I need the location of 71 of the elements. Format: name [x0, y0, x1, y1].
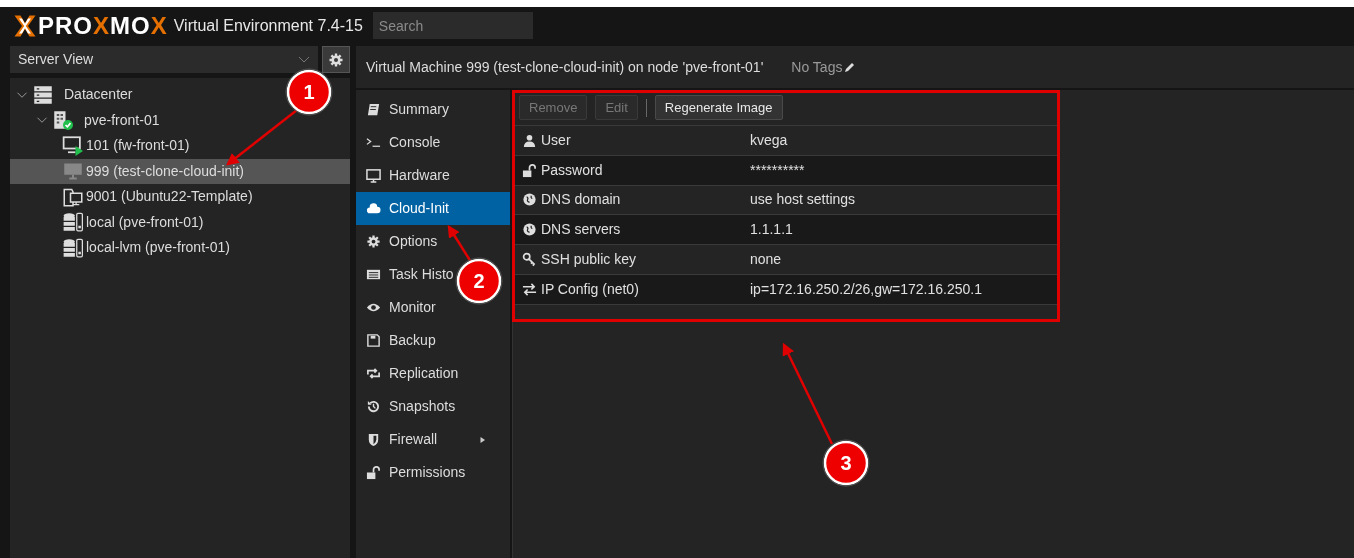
- unlock-icon: [366, 465, 381, 480]
- page-title: Virtual Machine 999 (test-clone-cloud-init) on node 'pve-front-01': [366, 57, 764, 77]
- nav-item[interactable]: Console: [356, 126, 445, 159]
- cloud-icon: [366, 201, 381, 216]
- tree-item[interactable]: Datacenter: [10, 82, 137, 108]
- chevron-icon: [298, 55, 310, 64]
- nav-item[interactable]: Replication: [356, 357, 463, 390]
- search-field[interactable]: Search: [372, 12, 533, 39]
- annotation-arrow: [226, 109, 298, 166]
- callout-badge: 1: [285, 68, 333, 116]
- gear-icon: [366, 234, 381, 249]
- callout-badge: 3: [822, 439, 870, 487]
- logo-mark-icon: [12, 13, 38, 38]
- running-vm-icon: [62, 135, 84, 156]
- view-selector[interactable]: Server View: [10, 46, 318, 73]
- storage-icon: [62, 237, 84, 258]
- field-label: IP Config (net0): [541, 279, 639, 299]
- annotation-arrow: [447, 224, 473, 263]
- book-icon: [366, 102, 381, 117]
- nav-item[interactable]: Permissions: [356, 456, 470, 489]
- globe-icon: [522, 222, 537, 238]
- logo-wordmark: PROXMOX: [38, 13, 168, 38]
- nav-item[interactable]: Snapshots: [356, 390, 460, 423]
- globe-icon: [522, 192, 537, 208]
- callout-badge: 2: [455, 257, 503, 305]
- shield-icon: [366, 432, 381, 447]
- tree-item[interactable]: pve-front-01: [10, 107, 164, 133]
- field-label: Password: [541, 160, 603, 180]
- tree-item[interactable]: 9001 (Ubuntu22-Template): [10, 184, 257, 210]
- nav-item[interactable]: Hardware: [356, 159, 454, 192]
- tree-item[interactable]: 101 (fw-front-01): [10, 133, 194, 159]
- template-icon: [62, 186, 84, 207]
- unlock-icon: [522, 162, 537, 178]
- nav-item[interactable]: Firewall: [356, 423, 492, 456]
- field-value: 1.1.1.1: [750, 220, 793, 240]
- history-icon: [366, 399, 381, 414]
- field-value: use host settings: [750, 190, 856, 210]
- nav-item[interactable]: Task Histo: [356, 258, 458, 291]
- nav-item[interactable]: Backup: [356, 324, 440, 357]
- tags-link[interactable]: No Tags: [791, 56, 857, 78]
- nav-item[interactable]: Cloud-Init: [356, 192, 510, 225]
- field-value: none: [750, 250, 782, 270]
- list-icon: [366, 267, 381, 282]
- field-label: DNS domain: [541, 190, 621, 210]
- field-value: ip=172.16.250.2/26,gw=172.16.250.1: [750, 279, 982, 299]
- nav-item[interactable]: Monitor: [356, 291, 440, 324]
- terminal-icon: [366, 135, 381, 150]
- pencil-icon: [844, 61, 857, 73]
- nav-item[interactable]: Summary: [356, 93, 453, 126]
- server-rack-icon: [32, 84, 54, 105]
- toolbar-button[interactable]: Regenerate Image: [654, 94, 783, 121]
- field-value: **********: [750, 160, 805, 180]
- nav-item[interactable]: Options: [356, 225, 442, 258]
- tree-item[interactable]: 999 (test-clone-cloud-init): [10, 158, 350, 184]
- field-label: SSH public key: [541, 250, 636, 270]
- field-label: DNS servers: [541, 220, 621, 240]
- repeat-arrows-icon: [366, 366, 381, 381]
- user-icon: [522, 132, 537, 148]
- tree-item[interactable]: local-lvm (pve-front-01): [10, 235, 234, 261]
- server-online-icon: [52, 110, 74, 131]
- settings-icon: [329, 52, 343, 67]
- swap-arrows-icon: [522, 281, 537, 297]
- settings-button[interactable]: [322, 46, 350, 73]
- storage-icon: [62, 212, 84, 233]
- monitor-icon: [366, 168, 381, 183]
- key-icon: [522, 252, 537, 268]
- product-version: Virtual Environment 7.4-15: [173, 15, 363, 36]
- field-value: kvega: [750, 130, 788, 150]
- tree-item[interactable]: local (pve-front-01): [10, 209, 208, 235]
- monitor-icon: [62, 161, 84, 182]
- field-label: User: [541, 130, 571, 150]
